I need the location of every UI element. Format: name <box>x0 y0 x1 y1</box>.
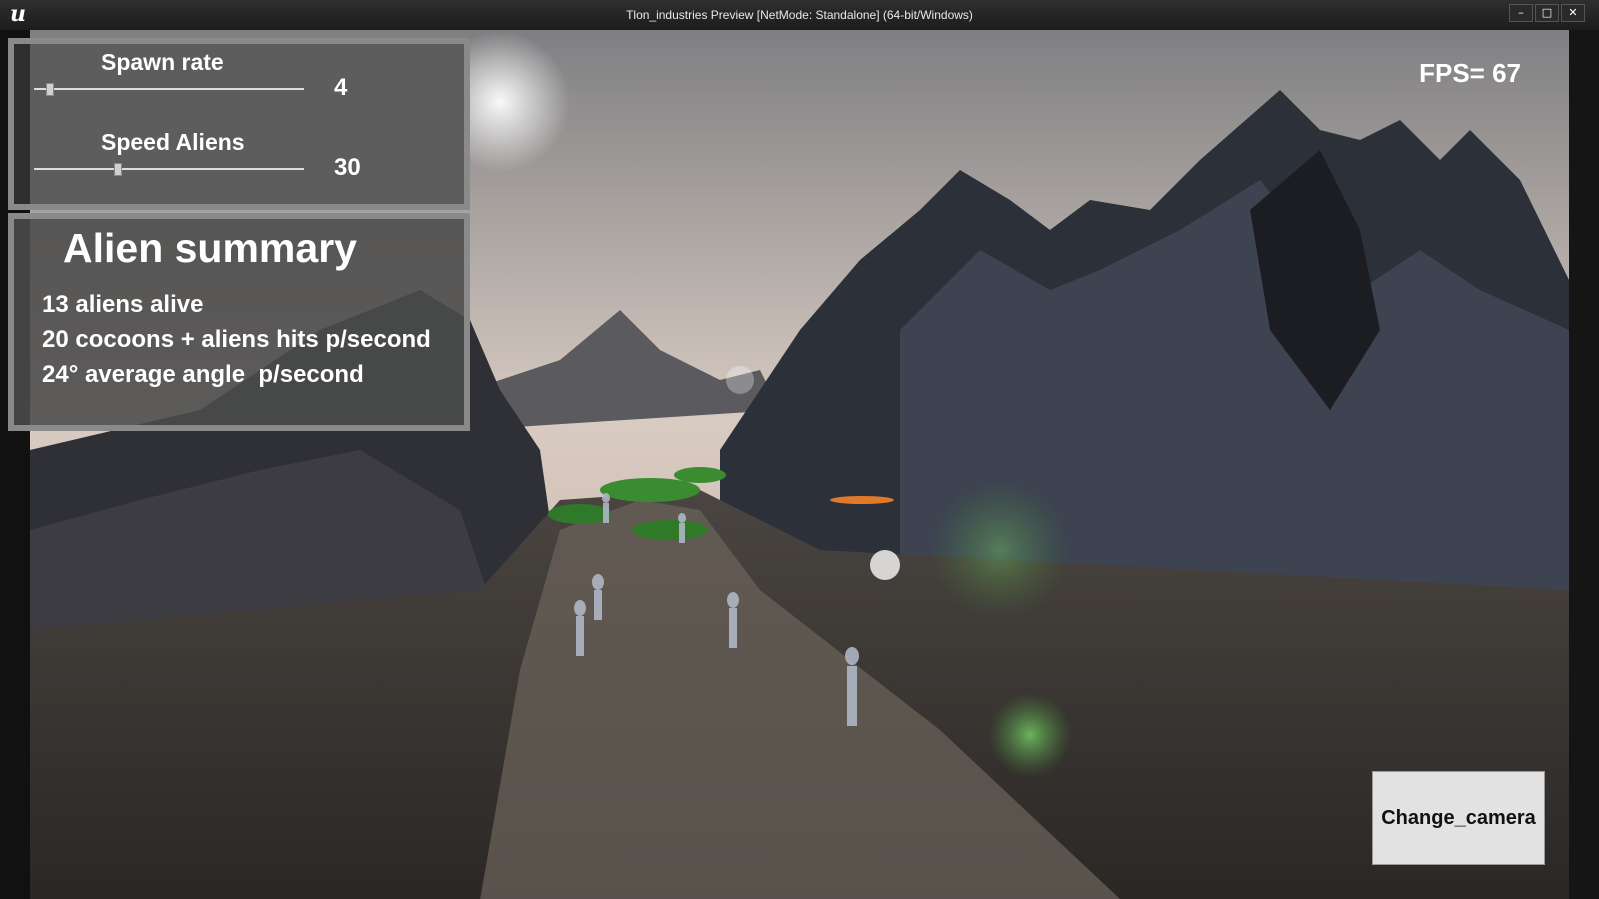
speed-aliens-value: 30 <box>334 154 361 181</box>
speed-aliens-label: Speed Aliens <box>101 129 245 155</box>
panel-side-strip <box>14 44 30 204</box>
settings-panel: Spawn rate 4 Speed Aliens 30 <box>8 38 470 210</box>
minimize-icon[interactable]: – <box>1509 4 1533 22</box>
summary-line-aliens-alive: 13 aliens alive <box>42 291 204 318</box>
alien-summary-panel: Alien summary 13 aliens alive 20 cocoons… <box>8 213 470 431</box>
summary-line-hits: 20 cocoons + aliens hits p/second <box>42 326 431 353</box>
speed-aliens-slider-thumb[interactable] <box>114 163 122 176</box>
summary-line-angle: 24° average angle p/second <box>42 361 364 388</box>
spawn-rate-slider[interactable] <box>34 88 304 90</box>
spawn-rate-label: Spawn rate <box>101 49 224 75</box>
fps-counter: FPS= 67 <box>1419 58 1521 88</box>
window-titlebar[interactable]: u Tlon_industries Preview [NetMode: Stan… <box>0 0 1599 31</box>
window-title: Tlon_industries Preview [NetMode: Standa… <box>626 8 973 22</box>
viewport-right-border <box>1569 30 1599 899</box>
speed-aliens-slider[interactable] <box>34 168 304 170</box>
spawn-rate-value: 4 <box>334 74 348 101</box>
change-camera-button[interactable]: Change_camera <box>1372 771 1545 865</box>
summary-title: Alien summary <box>63 225 357 271</box>
close-icon[interactable]: ✕ <box>1561 4 1585 22</box>
maximize-icon[interactable]: □ <box>1535 4 1559 22</box>
window-controls: – □ ✕ <box>1509 4 1585 22</box>
spawn-rate-slider-thumb[interactable] <box>46 83 54 96</box>
